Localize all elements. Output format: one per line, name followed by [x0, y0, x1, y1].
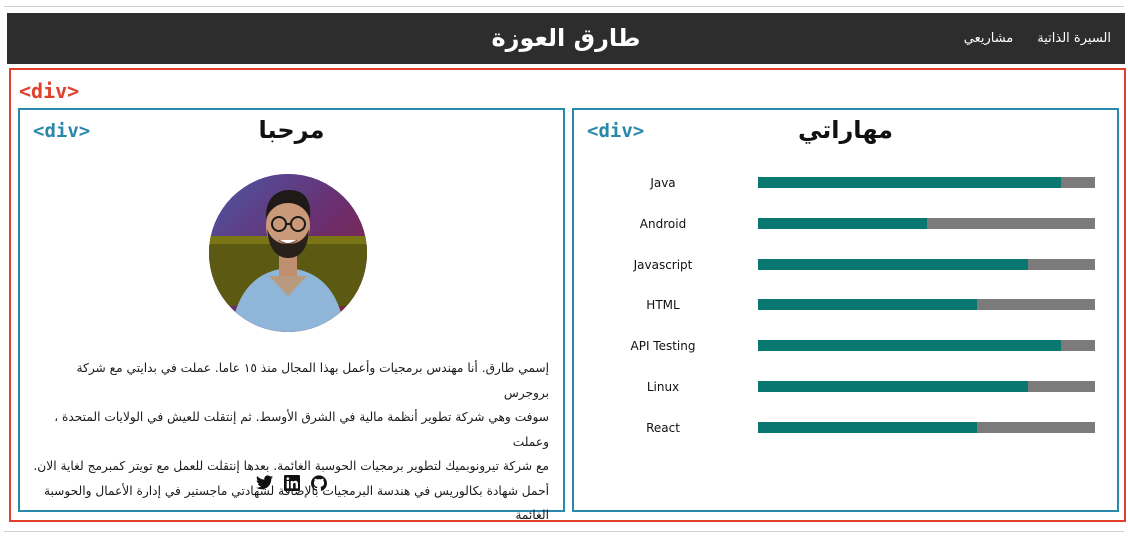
skill-row: API Testing: [574, 337, 1119, 357]
skill-bar-fill: [758, 381, 1028, 392]
skill-bar-track: [758, 381, 1095, 392]
skill-bar-track: [758, 177, 1095, 188]
top-navbar: طارق العوزة السيرة الذاتية مشاريعي: [7, 13, 1125, 64]
linkedin-icon[interactable]: [283, 474, 300, 491]
skill-bar-fill: [758, 258, 1028, 270]
site-title: طارق العوزة: [491, 24, 641, 52]
skill-row: Javascript: [574, 256, 1119, 276]
outer-div-container: <div> <div> مرحبا إسمي طارق. أنا مهندس ب…: [9, 68, 1126, 522]
skills-card: <div> مهاراتي Java Android Javascript HTML A…: [572, 108, 1119, 512]
profile-photo-icon: [209, 174, 367, 332]
outer-div-tag-label: <div>: [19, 79, 80, 103]
skill-name: Android: [639, 216, 687, 231]
nav-links: السيرة الذاتية مشاريعي: [964, 13, 1111, 64]
skill-bar-fill: [758, 217, 927, 229]
bio-line: إسمي طارق. أنا مهندس برمجيات وأعمل بهذا …: [76, 361, 550, 400]
skill-bar-fill: [758, 299, 978, 311]
skill-bar-track: [758, 299, 1095, 311]
skill-bar-fill: [758, 177, 1062, 188]
skill-row: React: [574, 419, 1119, 439]
skill-name: HTML: [646, 298, 680, 313]
skill-name: React: [646, 420, 680, 435]
skill-bar-fill: [758, 340, 1062, 352]
skill-name: Java: [650, 176, 676, 190]
twitter-icon[interactable]: [256, 474, 273, 491]
skill-name: API Testing: [630, 339, 696, 354]
github-icon[interactable]: [310, 474, 327, 491]
skill-row: Java: [574, 174, 1119, 194]
skill-bar-fill: [758, 421, 978, 433]
skill-bar-track: [758, 340, 1095, 352]
nav-link-cv[interactable]: السيرة الذاتية: [1037, 31, 1111, 46]
skill-row: HTML: [574, 296, 1119, 316]
nav-link-projects[interactable]: مشاريعي: [964, 31, 1014, 46]
avatar: [209, 174, 367, 332]
skill-bar-track: [758, 217, 1095, 229]
skill-name: Linux: [646, 380, 680, 394]
skills-title: مهاراتي: [797, 116, 894, 144]
top-divider: [4, 6, 1124, 7]
bottom-divider: [4, 531, 1124, 532]
skill-row: Linux: [574, 378, 1119, 398]
skill-row: Android: [574, 215, 1119, 235]
welcome-card: <div> مرحبا إسمي طارق. أنا مهندس برمجيات…: [18, 108, 565, 522]
welcome-title: مرحبا: [258, 116, 325, 144]
bio-text: إسمي طارق. أنا مهندس برمجيات وأعمل بهذا …: [30, 356, 549, 528]
skill-bar-track: [758, 258, 1095, 270]
bio-line: سوفت وهي شركة تطوير أنظمة مالية في الشرق…: [54, 410, 549, 449]
skill-name: Javascript: [633, 257, 693, 272]
skill-bar-track: [758, 421, 1095, 433]
social-links: [20, 474, 563, 491]
